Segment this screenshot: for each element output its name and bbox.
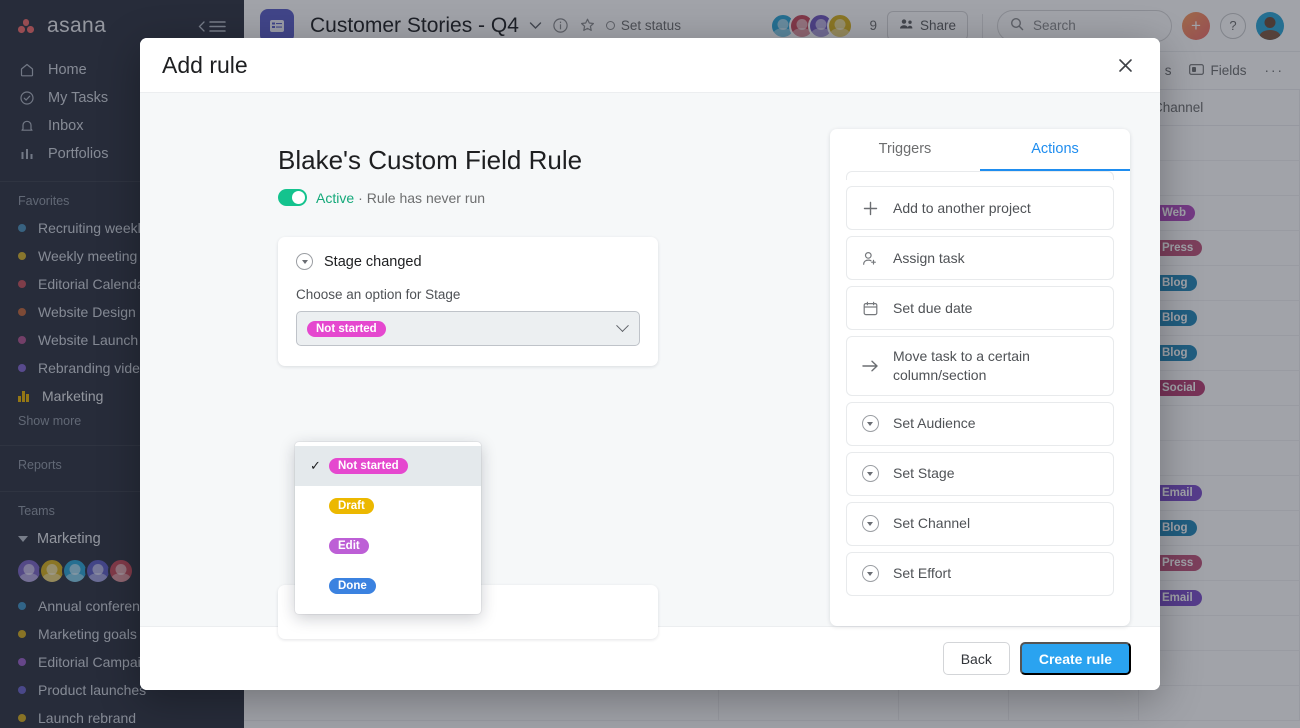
tab-triggers[interactable]: Triggers [830,129,980,171]
trigger-card-header: Stage changed [296,253,640,270]
arrow-right-icon [861,359,879,373]
option-pill: Not started [329,458,408,474]
action-label: Add to another project [893,199,1031,218]
rule-editor-pane: Blake's Custom Field Rule Active · Rule … [140,93,830,626]
action-label: Move task to a certain column/section [893,347,1099,385]
action-label: Set due date [893,299,972,318]
dropdown-option-edit[interactable]: Edit [295,526,481,566]
add-rule-dialog: Add rule Blake's Custom Field Rule Activ… [140,38,1160,690]
option-pill: Draft [329,498,374,514]
stage-option-select[interactable]: Not started [296,311,640,346]
action-set-due-date[interactable]: Set due date [846,286,1114,330]
action-label: Assign task [893,249,965,268]
dialog-title: Add rule [162,52,248,79]
stage-options-dropdown: ✓ Not started Draft Edit Done [295,442,481,614]
actions-list[interactable]: Add to another project Assign task Set d… [830,171,1130,626]
trigger-card: Stage changed Choose an option for Stage… [278,237,658,366]
dropdown-option-draft[interactable]: Draft [295,486,481,526]
dialog-body: Blake's Custom Field Rule Active · Rule … [140,93,1160,626]
rule-status-row: Active · Rule has never run [278,189,830,206]
close-icon[interactable] [1112,52,1138,78]
dropdown-field-icon [861,465,879,482]
plus-icon [861,201,879,216]
action-set-channel[interactable]: Set Channel [846,502,1114,546]
action-label: Set Channel [893,514,970,533]
dialog-header: Add rule [140,38,1160,93]
option-pill: Edit [329,538,369,554]
rule-active-label: Active [316,190,354,206]
dropdown-field-icon [861,515,879,532]
rule-status-separator: · [358,190,363,206]
trigger-title: Stage changed [324,254,422,270]
panel-tabs: Triggers Actions [830,129,1130,171]
action-set-audience[interactable]: Set Audience [846,402,1114,446]
tab-actions[interactable]: Actions [980,129,1130,171]
action-label: Set Audience [893,414,976,433]
assign-user-icon [861,251,879,266]
rule-run-status: Rule has never run [367,190,485,206]
back-button[interactable]: Back [943,642,1010,675]
triggers-actions-panel: Triggers Actions Add to another project [830,129,1130,626]
chevron-down-icon [616,319,629,332]
action-card-partial[interactable] [846,171,1114,180]
dropdown-field-icon [861,565,879,582]
action-set-effort[interactable]: Set Effort [846,552,1114,596]
rule-name[interactable]: Blake's Custom Field Rule [278,145,830,176]
calendar-icon [861,301,879,316]
dropdown-field-icon [296,253,313,270]
create-rule-button[interactable]: Create rule [1020,642,1131,675]
dropdown-option-done[interactable]: Done [295,566,481,606]
action-set-stage[interactable]: Set Stage [846,452,1114,496]
action-move-task[interactable]: Move task to a certain column/section [846,336,1114,396]
rule-active-toggle[interactable] [278,189,307,206]
trigger-field-label: Choose an option for Stage [296,287,640,302]
dropdown-option-not-started[interactable]: ✓ Not started [295,446,481,486]
dropdown-field-icon [861,415,879,432]
action-add-to-project[interactable]: Add to another project [846,186,1114,230]
check-icon: ✓ [309,458,322,474]
action-label: Set Stage [893,464,955,483]
action-assign-task[interactable]: Assign task [846,236,1114,280]
action-label: Set Effort [893,564,951,583]
selected-option-pill: Not started [307,321,386,337]
option-pill: Done [329,578,376,594]
app-root: asana Home My Tasks [0,0,1300,728]
